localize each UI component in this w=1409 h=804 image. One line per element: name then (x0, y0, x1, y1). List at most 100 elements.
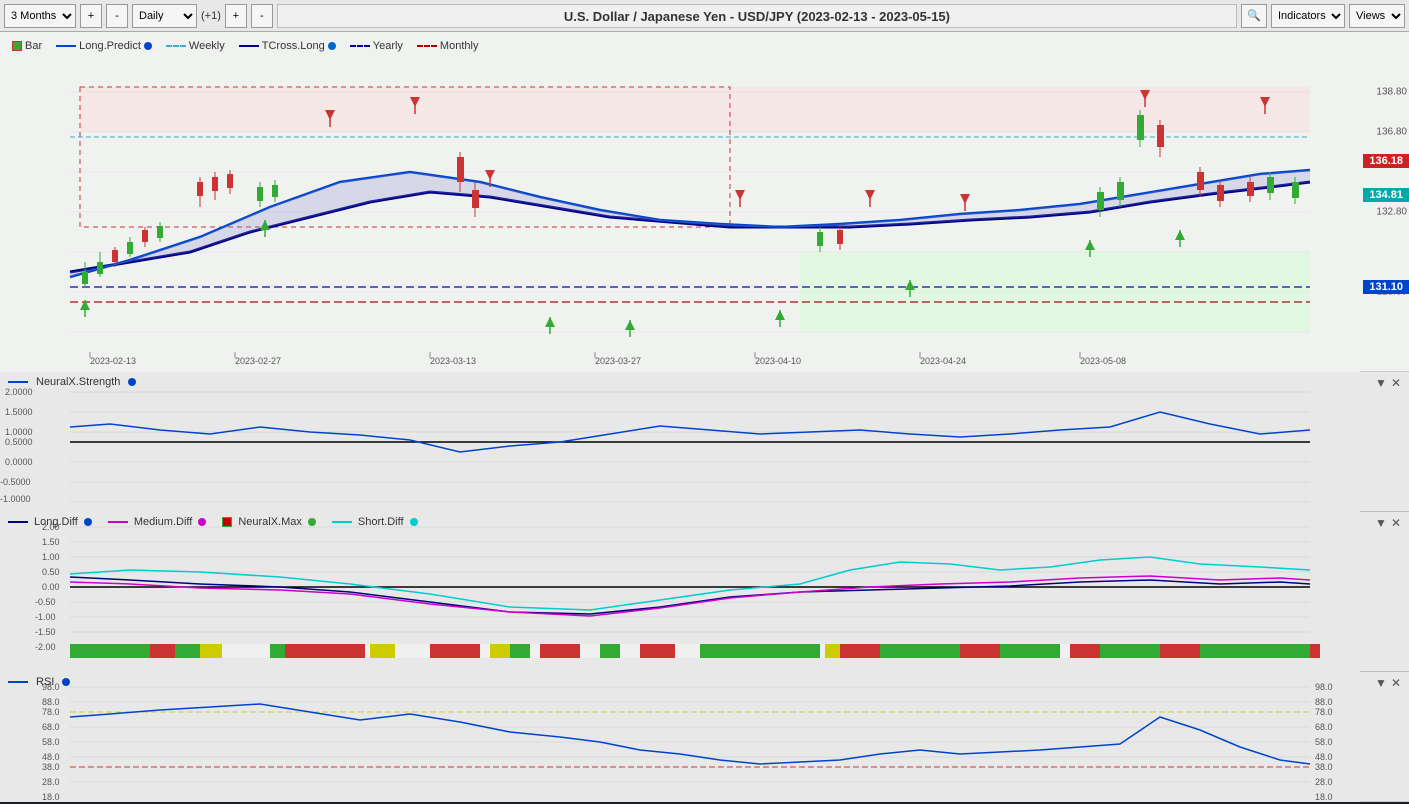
price-134-label: 134.81 (1363, 188, 1409, 202)
svg-text:-1.0000: -1.0000 (0, 494, 31, 504)
svg-text:58.0: 58.0 (1315, 737, 1333, 747)
bar-legend-label: Bar (25, 40, 42, 52)
svg-text:78.0: 78.0 (42, 707, 60, 717)
long-diff-label: Long.Diff (34, 516, 78, 528)
search-button[interactable]: 🔍 (1241, 4, 1267, 28)
svg-text:2023-04-24: 2023-04-24 (920, 356, 966, 366)
long-predict-legend-icon (56, 45, 76, 47)
short-diff-dot (410, 518, 418, 526)
toolbar: 3 Months 1 Month 6 Months 1 Year + - Dai… (0, 0, 1409, 32)
period-add-btn[interactable]: + (80, 4, 102, 28)
neuralx-max-icon (222, 517, 232, 527)
svg-text:0.0000: 0.0000 (5, 457, 33, 467)
main-chart-panel: Bar Long.Predict Weekly TCross.Long Year… (0, 32, 1409, 372)
interval-select[interactable]: Daily Weekly Monthly (132, 4, 197, 28)
neural-legend-icon (8, 381, 28, 383)
monthly-legend-label: Monthly (440, 40, 479, 52)
svg-text:-0.5000: -0.5000 (0, 477, 31, 487)
diff-chart-svg: 2.00 1.50 1.00 0.50 0.00 -0.50 -1.00 -1.… (0, 512, 1360, 672)
diff-panel: Long.Diff Medium.Diff NeuralX.Max Short.… (0, 512, 1409, 672)
rsi-collapse-btn[interactable]: ▼ (1375, 676, 1387, 690)
svg-text:0.5000: 0.5000 (5, 437, 33, 447)
svg-text:2023-04-10: 2023-04-10 (755, 356, 801, 366)
diff-collapse-btn[interactable]: ▼ (1375, 516, 1387, 530)
svg-text:-0.50: -0.50 (35, 597, 56, 607)
svg-text:58.0: 58.0 (42, 737, 60, 747)
short-diff-icon (332, 521, 352, 523)
svg-text:48.0: 48.0 (42, 752, 60, 762)
diff-close-btn[interactable]: ✕ (1391, 516, 1401, 530)
svg-text:88.0: 88.0 (42, 697, 60, 707)
neural-chart-svg: 2.0000 1.5000 1.0000 0.5000 0.0000 -0.50… (0, 372, 1360, 512)
svg-text:1.0000: 1.0000 (5, 427, 33, 437)
rsi-close-btn[interactable]: ✕ (1391, 676, 1401, 690)
rsi-chart-svg: 98.0 88.0 78.0 68.0 58.0 48.0 38.0 28.0 … (0, 672, 1360, 802)
svg-text:68.0: 68.0 (42, 722, 60, 732)
medium-diff-dot (198, 518, 206, 526)
svg-text:18.0: 18.0 (1315, 792, 1333, 802)
svg-text:-1.50: -1.50 (35, 627, 56, 637)
rsi-panel-controls: ▼ ✕ (1375, 676, 1401, 690)
monthly-legend-icon (417, 45, 437, 47)
rsi-panel: RSI ▼ ✕ 98.0 88.0 78.0 68.0 58.0 48.0 38… (0, 672, 1409, 802)
weekly-legend-icon (166, 45, 186, 47)
svg-text:18.0: 18.0 (42, 792, 60, 802)
svg-text:38.0: 38.0 (1315, 762, 1333, 772)
change-label: (+1) (201, 10, 221, 22)
svg-text:0.00: 0.00 (42, 582, 60, 592)
medium-diff-label: Medium.Diff (134, 516, 192, 528)
rsi-legend-icon (8, 681, 28, 683)
neural-close-btn[interactable]: ✕ (1391, 376, 1401, 390)
weekly-legend-label: Weekly (189, 40, 225, 52)
indicators-select[interactable]: Indicators (1271, 4, 1345, 28)
svg-text:2023-02-27: 2023-02-27 (235, 356, 281, 366)
yearly-legend-icon (350, 45, 370, 47)
svg-text:38.0: 38.0 (42, 762, 60, 772)
svg-text:2023-03-27: 2023-03-27 (595, 356, 641, 366)
diff-panel-header: Long.Diff Medium.Diff NeuralX.Max Short.… (8, 516, 418, 528)
bar-legend-icon (12, 41, 22, 51)
short-diff-label: Short.Diff (358, 516, 404, 528)
neural-collapse-btn[interactable]: ▼ (1375, 376, 1387, 390)
long-diff-icon (8, 521, 28, 523)
medium-diff-icon (108, 521, 128, 523)
svg-text:78.0: 78.0 (1315, 707, 1333, 717)
neural-panel-header: NeuralX.Strength (8, 376, 136, 388)
svg-text:68.0: 68.0 (1315, 722, 1333, 732)
svg-text:-2.00: -2.00 (35, 642, 56, 652)
svg-text:88.0: 88.0 (1315, 697, 1333, 707)
svg-text:2023-05-08: 2023-05-08 (1080, 356, 1126, 366)
views-select[interactable]: Views (1349, 4, 1405, 28)
neuralx-max-label: NeuralX.Max (238, 516, 302, 528)
long-diff-dot (84, 518, 92, 526)
neural-dot (128, 378, 136, 386)
svg-text:28.0: 28.0 (1315, 777, 1333, 787)
period-sub-btn[interactable]: - (106, 4, 128, 28)
zoom-in-btn[interactable]: + (225, 4, 247, 28)
period-select[interactable]: 3 Months 1 Month 6 Months 1 Year (4, 4, 76, 28)
svg-text:2023-02-13: 2023-02-13 (90, 356, 136, 366)
yearly-legend-label: Yearly (373, 40, 403, 52)
price-label-13280: 132.80 (1376, 207, 1407, 218)
zoom-out-btn[interactable]: - (251, 4, 273, 28)
svg-text:1.00: 1.00 (42, 552, 60, 562)
price-label-13680: 136.80 (1376, 127, 1407, 138)
svg-text:1.50: 1.50 (42, 537, 60, 547)
svg-text:-1.00: -1.00 (35, 612, 56, 622)
tcross-dot (328, 42, 336, 50)
rsi-title: RSI (36, 676, 54, 688)
long-predict-dot (144, 42, 152, 50)
rsi-dot (62, 678, 70, 686)
tcross-legend-label: TCross.Long (262, 40, 325, 52)
long-predict-legend-label: Long.Predict (79, 40, 141, 52)
rsi-panel-header: RSI (8, 676, 70, 688)
neural-panel-controls: ▼ ✕ (1375, 376, 1401, 390)
main-legend: Bar Long.Predict Weekly TCross.Long Year… (8, 38, 488, 54)
main-chart-svg: 2023-02-13 2023-02-27 2023-03-13 2023-03… (0, 32, 1360, 372)
neuralx-max-dot (308, 518, 316, 526)
neural-title: NeuralX.Strength (36, 376, 120, 388)
svg-text:98.0: 98.0 (1315, 682, 1333, 692)
diff-panel-controls: ▼ ✕ (1375, 516, 1401, 530)
tcross-legend-icon (239, 45, 259, 47)
svg-text:0.50: 0.50 (42, 567, 60, 577)
